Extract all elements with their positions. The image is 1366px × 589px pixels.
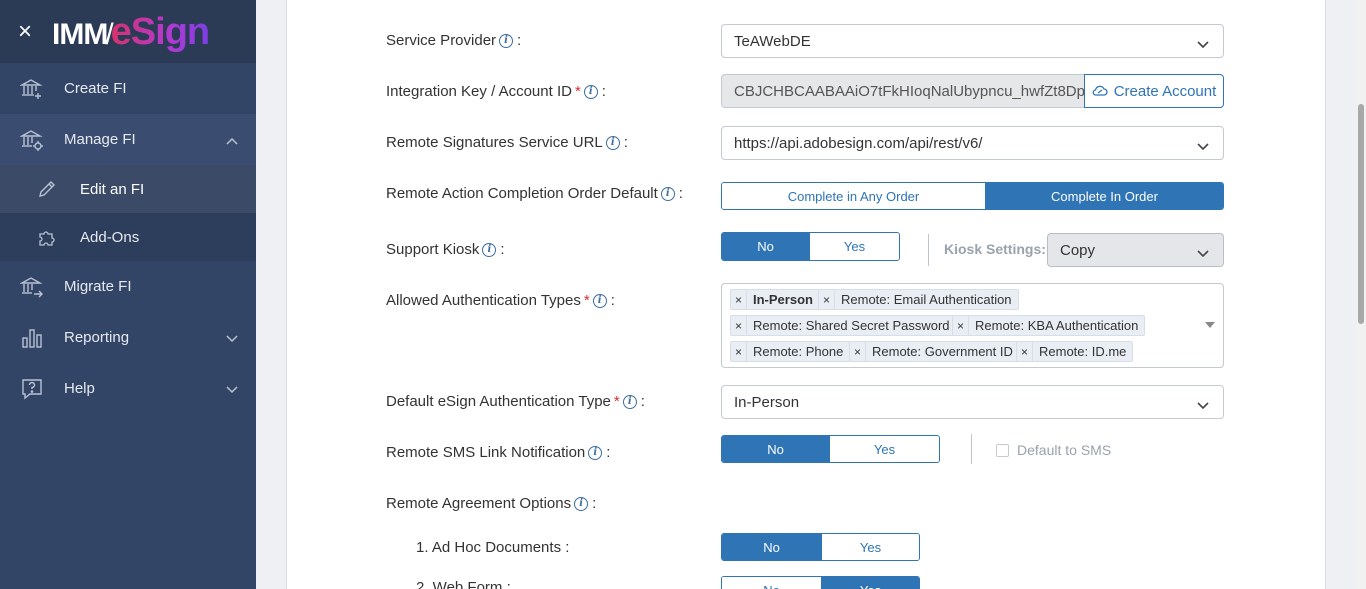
kiosk-settings-label: Kiosk Settings: xyxy=(944,241,1046,257)
kiosk-no-option[interactable]: No xyxy=(722,233,809,260)
remove-tag-icon[interactable]: × xyxy=(850,342,866,361)
caret-down-icon[interactable] xyxy=(1205,322,1215,328)
sms-link-label: Remote SMS Link Notification i: xyxy=(386,444,611,461)
kiosk-settings-select[interactable]: Copy xyxy=(1047,233,1224,267)
bank-gear-icon xyxy=(20,128,44,152)
auth-tag: × Remote: KBA Authentication xyxy=(952,315,1146,336)
info-icon[interactable]: i xyxy=(499,33,514,48)
web-form-yes-option[interactable]: Yes xyxy=(821,577,919,589)
remove-tag-icon[interactable]: × xyxy=(731,290,747,309)
sms-no-option[interactable]: No xyxy=(722,436,829,462)
sms-yes-option[interactable]: Yes xyxy=(829,436,939,462)
remove-tag-icon[interactable]: × xyxy=(731,316,747,335)
auth-tag: × Remote: Phone xyxy=(730,341,851,362)
sidebar-item-edit-fi[interactable]: Edit an FI xyxy=(0,165,256,213)
sidebar-item-add-ons[interactable]: Add-Ons xyxy=(0,213,256,261)
checkbox-box[interactable] xyxy=(996,443,1009,457)
help-bubble-icon xyxy=(20,377,44,401)
integration-key-input[interactable]: CBJCHBCAABAAiO7tFkHIoqNalUbypncu_hwfZt8D… xyxy=(721,74,1085,108)
divider xyxy=(971,434,972,464)
remove-tag-icon[interactable]: × xyxy=(953,316,969,335)
complete-in-order-option[interactable]: Complete In Order xyxy=(985,183,1223,209)
bank-arrow-icon xyxy=(20,275,44,299)
chevron-down-icon xyxy=(226,330,238,347)
agreement-options-label: Remote Agreement Options i: xyxy=(386,495,597,512)
puzzle-icon xyxy=(36,226,58,248)
sidebar-item-migrate-fi[interactable]: Migrate FI xyxy=(0,261,256,312)
divider xyxy=(928,234,929,266)
info-icon[interactable]: i xyxy=(588,445,603,460)
integration-key-label: Integration Key / Account ID * i: xyxy=(386,83,606,100)
kiosk-yes-option[interactable]: Yes xyxy=(809,233,899,260)
ad-hoc-yes-option[interactable]: Yes xyxy=(821,534,919,560)
chevron-down-icon xyxy=(226,381,238,398)
allowed-auth-label: Allowed Authentication Types * i: xyxy=(386,292,615,309)
service-provider-select[interactable]: TeAWebDE xyxy=(721,24,1224,58)
info-icon[interactable]: i xyxy=(482,242,497,257)
info-icon[interactable]: i xyxy=(605,135,620,150)
chevron-down-icon xyxy=(1197,36,1209,53)
bar-chart-icon xyxy=(20,326,44,350)
chevron-down-icon xyxy=(1197,245,1209,262)
auth-tag: × Remote: Shared Secret Password xyxy=(730,315,957,336)
pencil-icon xyxy=(36,178,58,200)
page-scrollbar[interactable] xyxy=(1356,0,1366,589)
remove-tag-icon[interactable]: × xyxy=(819,290,835,309)
allowed-auth-multiselect[interactable]: × In-Person × Remote: Email Authentication… xyxy=(721,283,1224,368)
chevron-down-icon xyxy=(1197,397,1209,414)
default-auth-label: Default eSign Authentication Type * i: xyxy=(386,393,645,410)
info-icon[interactable]: i xyxy=(583,84,598,99)
support-kiosk-toggle: No Yes xyxy=(721,232,900,261)
info-icon[interactable]: i xyxy=(574,496,589,511)
ad-hoc-documents-toggle: No Yes xyxy=(721,533,920,561)
remove-tag-icon[interactable]: × xyxy=(731,342,747,361)
app-logo: IMM/eSign xyxy=(52,10,210,53)
service-provider-label: Service Provider i: xyxy=(386,32,522,49)
sidebar-item-reporting[interactable]: Reporting xyxy=(0,312,256,363)
support-kiosk-label: Support Kiosk i: xyxy=(386,241,505,258)
sidebar: × IMM/eSign Create FI Manage FI Edit an … xyxy=(0,0,256,589)
sidebar-item-help[interactable]: Help xyxy=(0,363,256,414)
default-auth-select[interactable]: In-Person xyxy=(721,385,1224,419)
chevron-up-icon xyxy=(226,132,238,149)
ad-hoc-no-option[interactable]: No xyxy=(722,534,821,560)
scrollbar-thumb[interactable] xyxy=(1358,104,1364,324)
brand-bar: × IMM/eSign xyxy=(0,0,256,63)
close-icon[interactable]: × xyxy=(18,19,44,44)
web-form-no-option[interactable]: No xyxy=(722,577,821,589)
bank-plus-icon xyxy=(20,77,44,101)
sidebar-item-create-fi[interactable]: Create FI xyxy=(0,63,256,114)
info-icon[interactable]: i xyxy=(592,293,607,308)
complete-any-order-option[interactable]: Complete in Any Order xyxy=(722,183,985,209)
info-icon[interactable]: i xyxy=(622,394,637,409)
remote-url-label: Remote Signatures Service URL i: xyxy=(386,134,628,151)
auth-tag: × Remote: Government ID xyxy=(849,341,1020,362)
completion-order-toggle: Complete in Any Order Complete In Order xyxy=(721,182,1224,210)
remove-tag-icon[interactable]: × xyxy=(1017,342,1033,361)
web-form-label: 2. Web Form : xyxy=(416,579,511,589)
chevron-down-icon xyxy=(1197,138,1209,155)
create-account-button[interactable]: Create Account xyxy=(1084,74,1224,108)
ad-hoc-documents-label: 1. Ad Hoc Documents : xyxy=(416,539,570,556)
sidebar-item-manage-fi[interactable]: Manage FI xyxy=(0,114,256,165)
info-icon[interactable]: i xyxy=(660,186,675,201)
default-to-sms-checkbox[interactable]: Default to SMS xyxy=(996,442,1111,458)
auth-tag: × Remote: Email Authentication xyxy=(818,289,1019,310)
sms-link-toggle: No Yes xyxy=(721,435,940,463)
web-form-toggle: No Yes xyxy=(721,576,920,589)
remote-url-select[interactable]: https://api.adobesign.com/api/rest/v6/ xyxy=(721,126,1224,160)
completion-order-label: Remote Action Completion Order Default i: xyxy=(386,185,683,202)
cloud-icon xyxy=(1092,83,1108,100)
auth-tag: × In-Person xyxy=(730,289,820,310)
auth-tag: × Remote: ID.me xyxy=(1016,341,1134,362)
